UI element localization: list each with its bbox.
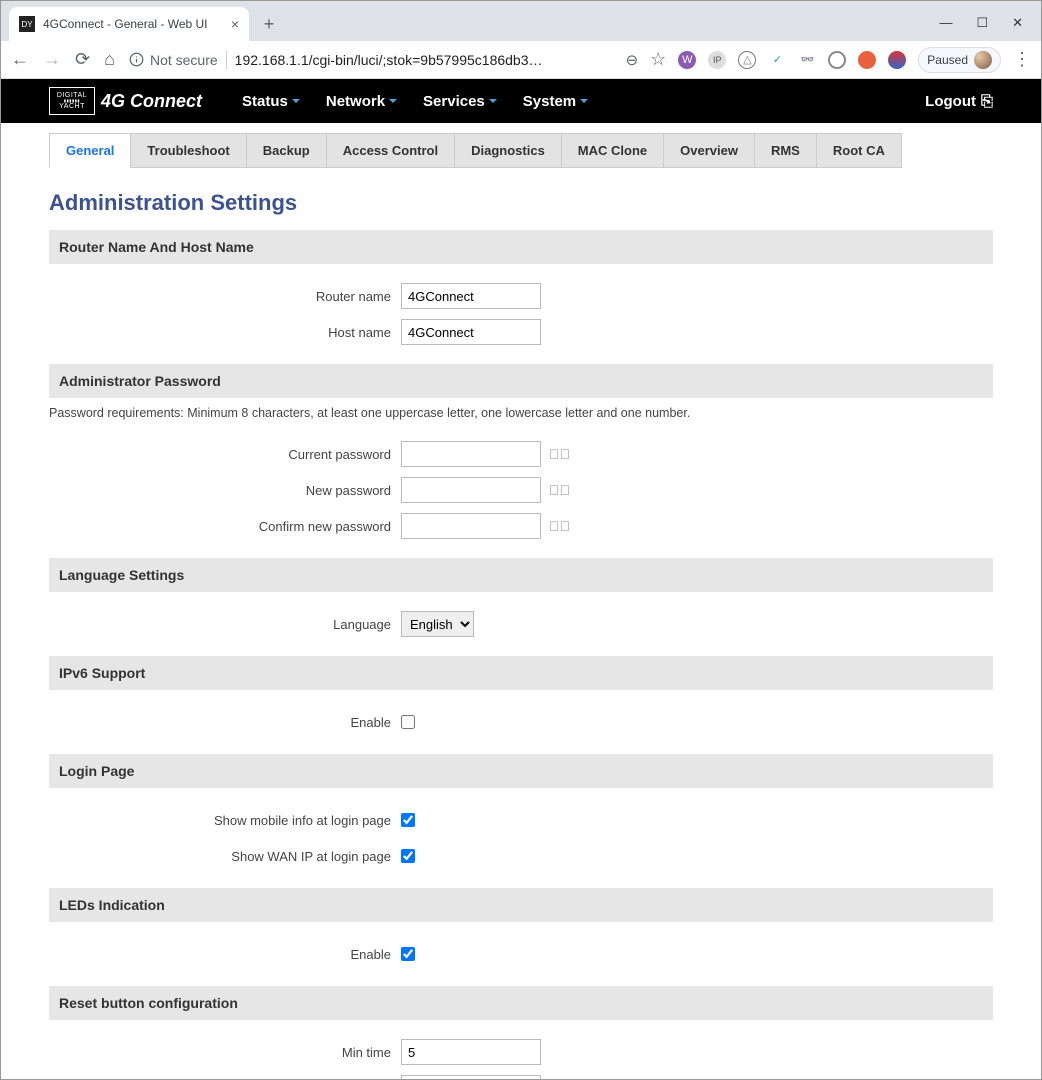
password-hint: Password requirements: Minimum 8 charact…	[49, 398, 993, 432]
show-mobile-checkbox[interactable]	[401, 813, 415, 827]
brand: DIGITAL ▮▮▮▮▮▮ YACHT 4G Connect	[49, 87, 202, 115]
show-wan-checkbox[interactable]	[401, 849, 415, 863]
new-password-input[interactable]	[401, 477, 541, 503]
profile-paused-chip[interactable]: Paused	[918, 47, 1001, 73]
router-header: DIGITAL ▮▮▮▮▮▮ YACHT 4G Connect Status N…	[1, 79, 1041, 123]
section-router-name: Router Name And Host Name	[49, 230, 993, 264]
info-icon	[129, 52, 144, 67]
window-close-icon[interactable]: ✕	[1012, 15, 1023, 31]
site-security-indicator[interactable]: Not secure	[129, 52, 218, 68]
eye-hidden-icon[interactable]: 👁⃠	[549, 482, 570, 498]
extension-icon[interactable]: ✓	[768, 51, 786, 69]
min-time-label: Min time	[49, 1045, 401, 1060]
tab-general[interactable]: General	[49, 133, 131, 168]
min-time-input[interactable]	[401, 1039, 541, 1065]
max-time-input[interactable]	[401, 1075, 541, 1079]
tab-troubleshoot[interactable]: Troubleshoot	[131, 133, 246, 168]
zoom-icon[interactable]: ⊖	[626, 51, 639, 69]
host-name-input[interactable]	[401, 319, 541, 345]
current-password-input[interactable]	[401, 441, 541, 467]
confirm-password-label: Confirm new password	[49, 519, 401, 534]
tab-diagnostics[interactable]: Diagnostics	[455, 133, 562, 168]
section-admin-password: Administrator Password	[49, 364, 993, 398]
bookmark-star-icon[interactable]: ☆	[650, 49, 666, 70]
main-nav: Status Network Services System	[242, 93, 588, 110]
chevron-down-icon	[580, 99, 588, 103]
new-tab-button[interactable]: +	[255, 10, 283, 38]
extension-icon[interactable]: 👓	[798, 51, 816, 69]
brand-text: 4G Connect	[101, 91, 202, 112]
browser-tab[interactable]: DY 4GConnect - General - Web UI ×	[9, 7, 249, 41]
show-wan-label: Show WAN IP at login page	[49, 849, 401, 864]
window-minimize-icon[interactable]: —	[939, 15, 952, 31]
section-ipv6: IPv6 Support	[49, 656, 993, 690]
url-text[interactable]: 192.168.1.1/cgi-bin/luci/;stok=9b57995c1…	[235, 52, 543, 68]
eye-hidden-icon[interactable]: 👁⃠	[549, 446, 570, 462]
browser-menu-icon[interactable]: ⋮	[1013, 49, 1031, 70]
ipv6-enable-checkbox[interactable]	[401, 715, 415, 729]
extension-icon[interactable]	[858, 51, 876, 69]
tab-access-control[interactable]: Access Control	[327, 133, 455, 168]
chevron-down-icon	[292, 99, 300, 103]
nav-status[interactable]: Status	[242, 93, 300, 110]
extension-icon[interactable]	[828, 51, 846, 69]
chevron-down-icon	[389, 99, 397, 103]
browser-titlebar: DY 4GConnect - General - Web UI × + — ☐ …	[1, 1, 1041, 41]
tab-mac-clone[interactable]: MAC Clone	[562, 133, 664, 168]
new-password-label: New password	[49, 483, 401, 498]
nav-forward-icon[interactable]: →	[43, 49, 61, 70]
section-leds: LEDs Indication	[49, 888, 993, 922]
tab-close-icon[interactable]: ×	[231, 16, 239, 32]
extension-icon[interactable]: △	[738, 51, 756, 69]
router-name-label: Router name	[49, 289, 401, 304]
eye-hidden-icon[interactable]: 👁⃠	[549, 518, 570, 534]
nav-system[interactable]: System	[523, 93, 588, 110]
router-name-input[interactable]	[401, 283, 541, 309]
leds-enable-label: Enable	[49, 947, 401, 962]
page-viewport[interactable]: DIGITAL ▮▮▮▮▮▮ YACHT 4G Connect Status N…	[1, 79, 1041, 1079]
tab-rms[interactable]: RMS	[755, 133, 817, 168]
tab-backup[interactable]: Backup	[247, 133, 327, 168]
extension-icon[interactable]: W	[678, 51, 696, 69]
nav-services[interactable]: Services	[423, 93, 497, 110]
tab-title: 4GConnect - General - Web UI	[43, 17, 223, 31]
ipv6-enable-label: Enable	[49, 715, 401, 730]
logout-button[interactable]: Logout ⎘	[925, 93, 993, 110]
extension-icon[interactable]	[888, 51, 906, 69]
logout-icon: ⎘	[981, 93, 993, 110]
tab-root-ca[interactable]: Root CA	[817, 133, 902, 168]
section-reset: Reset button configuration	[49, 986, 993, 1020]
nav-reload-icon[interactable]: ⟳	[75, 49, 90, 70]
nav-home-icon[interactable]: ⌂	[104, 49, 115, 70]
brand-logo: DIGITAL ▮▮▮▮▮▮ YACHT	[49, 87, 95, 115]
language-select[interactable]: English	[401, 611, 474, 637]
user-avatar-icon	[974, 51, 992, 69]
sub-tabs: General Troubleshoot Backup Access Contr…	[49, 133, 993, 168]
nav-network[interactable]: Network	[326, 93, 397, 110]
host-name-label: Host name	[49, 325, 401, 340]
leds-enable-checkbox[interactable]	[401, 947, 415, 961]
confirm-password-input[interactable]	[401, 513, 541, 539]
divider	[226, 51, 227, 69]
language-label: Language	[49, 617, 401, 632]
tab-overview[interactable]: Overview	[664, 133, 755, 168]
section-language: Language Settings	[49, 558, 993, 592]
nav-back-icon[interactable]: ←	[11, 49, 29, 70]
page-title: Administration Settings	[49, 190, 993, 216]
section-login-page: Login Page	[49, 754, 993, 788]
chevron-down-icon	[489, 99, 497, 103]
current-password-label: Current password	[49, 447, 401, 462]
tab-favicon: DY	[19, 16, 35, 32]
window-maximize-icon[interactable]: ☐	[976, 15, 988, 31]
extension-icon[interactable]: IP	[708, 51, 726, 69]
show-mobile-label: Show mobile info at login page	[49, 813, 401, 828]
address-bar: ← → ⟳ ⌂ Not secure 192.168.1.1/cgi-bin/l…	[1, 41, 1041, 79]
